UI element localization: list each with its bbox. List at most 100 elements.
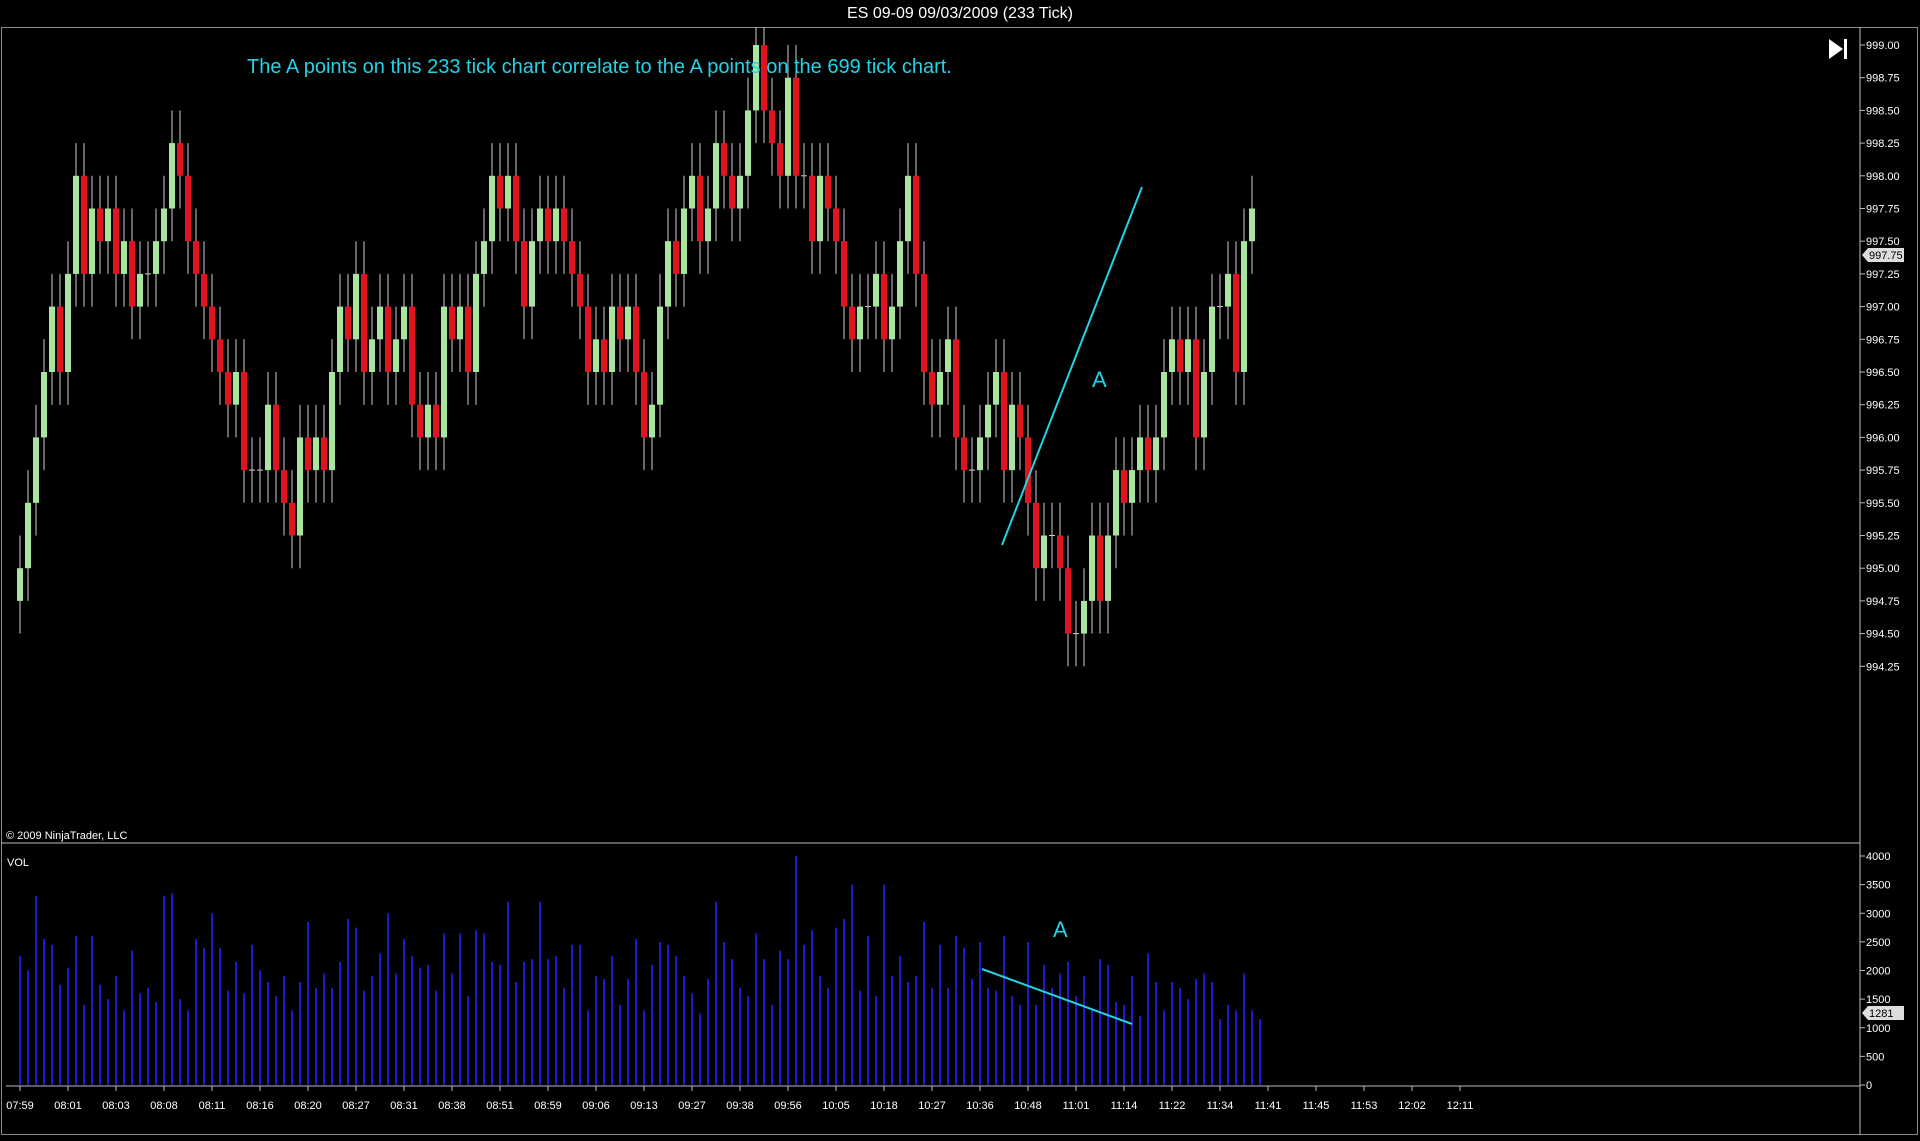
candle-body bbox=[585, 306, 591, 372]
candle-body bbox=[465, 306, 471, 372]
candle-body bbox=[873, 273, 879, 307]
price-axis-label: 998.25 bbox=[1866, 138, 1900, 150]
candle-body bbox=[225, 372, 231, 405]
chart-canvas[interactable]: 999.00 998.75 998.50 998.25 998.00 997.75 997.… bbox=[0, 12, 1920, 1136]
time-axis-label: 08:59 bbox=[534, 1100, 562, 1112]
price-axis-label: 994.50 bbox=[1866, 629, 1900, 641]
candle-body bbox=[817, 175, 823, 242]
candle-body bbox=[217, 339, 223, 372]
trend-label-price: A bbox=[1092, 367, 1107, 392]
candle-body bbox=[689, 175, 695, 209]
volume-bars bbox=[19, 856, 1261, 1085]
price-axis-label: 995.00 bbox=[1866, 563, 1900, 575]
candle-body bbox=[473, 273, 479, 372]
candle-body bbox=[353, 273, 359, 340]
candle-body bbox=[721, 143, 727, 176]
candle-body bbox=[1089, 535, 1095, 601]
candle-body bbox=[73, 175, 79, 274]
candle-body bbox=[1161, 372, 1167, 438]
time-axis-label: 10:18 bbox=[870, 1100, 898, 1112]
price-axis-label: 995.25 bbox=[1866, 531, 1900, 543]
candle-body bbox=[785, 77, 791, 176]
candle-body bbox=[409, 306, 415, 405]
chart-frame[interactable]: 999.00 998.75 998.50 998.25 998.00 997.75 997.… bbox=[0, 12, 1920, 1136]
time-axis-label: 10:05 bbox=[822, 1100, 850, 1112]
candle-body bbox=[593, 339, 599, 372]
volume-axis-label: 500 bbox=[1866, 1051, 1884, 1063]
candle-body bbox=[97, 208, 103, 242]
candle-body bbox=[521, 241, 527, 307]
candle-body bbox=[529, 241, 535, 307]
price-axis-label: 996.75 bbox=[1866, 334, 1900, 346]
candle-body bbox=[385, 306, 391, 372]
candle-body bbox=[545, 208, 551, 242]
candle-body bbox=[657, 306, 663, 405]
candle-body bbox=[1041, 535, 1047, 569]
time-axis-label: 08:16 bbox=[246, 1100, 274, 1112]
time-axis-label: 08:31 bbox=[390, 1100, 418, 1112]
candle-body bbox=[297, 437, 303, 536]
candle-body bbox=[705, 208, 711, 242]
candle-body bbox=[825, 175, 831, 209]
candle-body bbox=[1009, 404, 1015, 471]
candle-body bbox=[201, 273, 207, 307]
candle-body bbox=[369, 339, 375, 372]
candle-body bbox=[953, 339, 959, 438]
candle-body bbox=[1185, 339, 1191, 372]
candle-body bbox=[25, 502, 31, 569]
candle-body bbox=[313, 437, 319, 471]
trend-label-volume: A bbox=[1053, 917, 1068, 942]
candle-body bbox=[337, 306, 343, 372]
time-axis-label: 11:34 bbox=[1207, 1100, 1234, 1112]
candle-body bbox=[81, 175, 87, 274]
candle-body bbox=[1065, 568, 1071, 634]
candle-body bbox=[505, 175, 511, 209]
time-axis-label: 07:59 bbox=[6, 1100, 34, 1112]
time-axis-label: 09:56 bbox=[774, 1100, 802, 1112]
copyright-text: © 2009 NinjaTrader, LLC bbox=[6, 830, 127, 842]
candle-body bbox=[1153, 437, 1159, 471]
time-axis-label: 11:14 bbox=[1111, 1100, 1138, 1112]
candle-body bbox=[265, 404, 271, 471]
skip-to-end-icon[interactable] bbox=[1829, 39, 1847, 59]
time-axis-label: 11:22 bbox=[1159, 1100, 1186, 1112]
candle-body bbox=[361, 273, 367, 372]
volume-axis-label: 1500 bbox=[1866, 994, 1890, 1006]
price-axis-label: 999.00 bbox=[1866, 40, 1900, 52]
candle-body bbox=[177, 143, 183, 176]
volume-axis: 4000 3500 3000 2500 2000 1500 1000 500 0 bbox=[1860, 851, 1890, 1092]
candle-body bbox=[105, 208, 111, 242]
volume-axis-label: 3000 bbox=[1866, 908, 1890, 920]
candle-body bbox=[49, 306, 55, 372]
candle-body bbox=[425, 404, 431, 438]
price-axis-label: 997.00 bbox=[1866, 302, 1900, 314]
candle-body bbox=[945, 339, 951, 372]
candle-body bbox=[321, 437, 327, 471]
chart-border bbox=[1, 27, 1918, 1135]
candle-body bbox=[1169, 339, 1175, 372]
candle-body bbox=[489, 175, 495, 242]
candle-body bbox=[281, 470, 287, 503]
candle-body bbox=[457, 306, 463, 340]
time-axis-label: 08:38 bbox=[438, 1100, 466, 1112]
price-axis-label: 998.75 bbox=[1866, 73, 1900, 85]
time-axis-label: 08:11 bbox=[199, 1100, 226, 1112]
candle-body bbox=[345, 306, 351, 340]
candle-body bbox=[633, 306, 639, 372]
candle-body bbox=[241, 372, 247, 471]
price-axis-label: 994.75 bbox=[1866, 596, 1900, 608]
time-axis-label: 10:48 bbox=[1014, 1100, 1042, 1112]
candle-body bbox=[233, 372, 239, 405]
candle-body bbox=[305, 437, 311, 471]
price-candles bbox=[17, 12, 1255, 667]
candle-body bbox=[1113, 470, 1119, 536]
candle-body bbox=[1025, 437, 1031, 503]
price-axis-label: 996.25 bbox=[1866, 400, 1900, 412]
candle-body bbox=[913, 175, 919, 274]
candle-body bbox=[33, 437, 39, 503]
volume-axis-label: 3500 bbox=[1866, 880, 1890, 892]
candle-body bbox=[985, 404, 991, 438]
candle-body bbox=[977, 437, 983, 471]
candle-body bbox=[665, 241, 671, 307]
candle-body bbox=[1057, 535, 1063, 569]
